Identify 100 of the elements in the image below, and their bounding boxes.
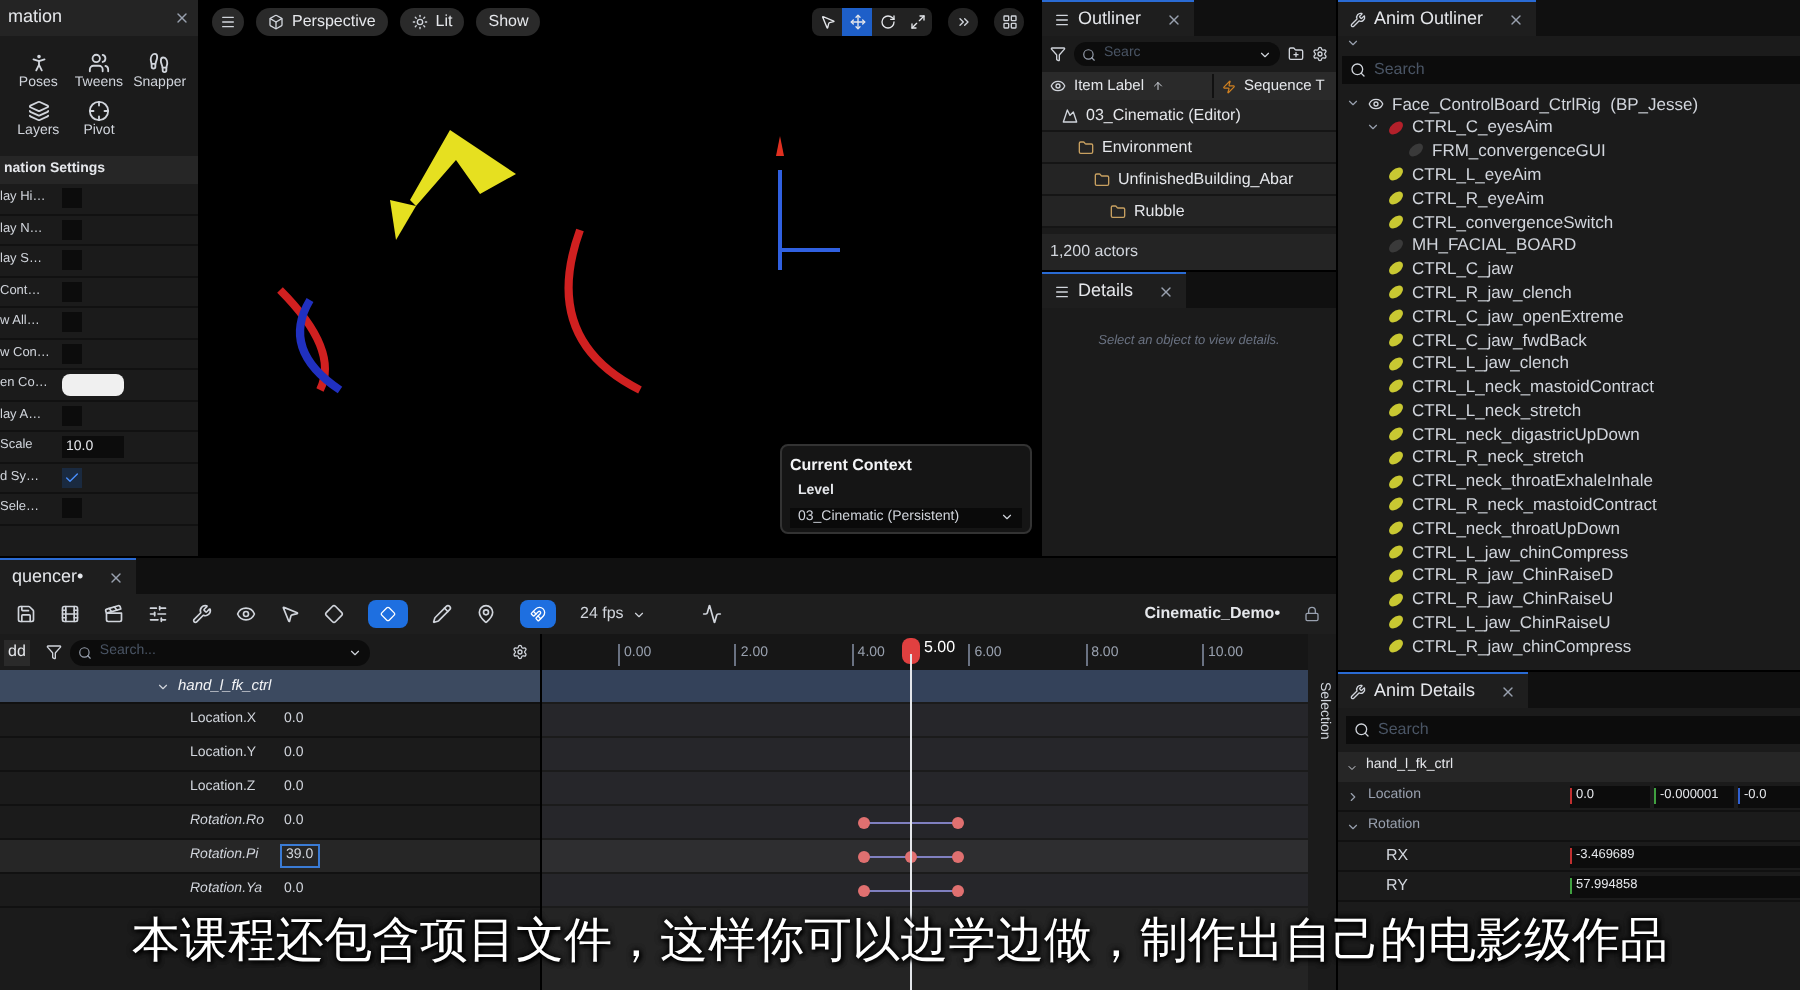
fps-dropdown[interactable]: 24 fps [580, 602, 646, 626]
tree-item[interactable]: MH_FACIAL_BOARD [1338, 233, 1800, 258]
close-icon[interactable] [1499, 683, 1516, 699]
marker-icon[interactable] [476, 604, 496, 624]
tree-item[interactable]: CTRL_C_eyesAim [1338, 115, 1800, 140]
snap-button[interactable] [520, 600, 556, 628]
tree-item[interactable]: CTRL_L_jaw_clench [1338, 351, 1800, 376]
crosshair-icon [87, 100, 110, 122]
close-icon[interactable] [1165, 11, 1182, 27]
settings-icon[interactable] [512, 644, 528, 660]
tree-item[interactable]: CTRL_R_eyeAim [1338, 186, 1800, 210]
lightning-icon [1222, 79, 1236, 93]
property-label: RX [1386, 844, 1409, 868]
close-icon[interactable] [107, 569, 124, 585]
move-icon [849, 14, 865, 30]
add-button[interactable]: dd [4, 639, 30, 665]
panel-tab[interactable]: Outliner [1042, 0, 1194, 36]
tree-item[interactable]: CTRL_L_eyeAim [1338, 162, 1800, 187]
actor-count: 1,200 actors [1050, 240, 1139, 264]
keyframes-drawing [857, 884, 964, 898]
tree-item[interactable]: CTRL_L_neck_mastoidContract [1338, 375, 1800, 399]
tree-item[interactable]: Rubble [1042, 196, 1336, 228]
film-icon[interactable] [60, 604, 80, 624]
curve-icon[interactable] [701, 604, 722, 624]
tree-item[interactable]: CTRL_neck_digastricUpDown [1338, 422, 1800, 446]
level-icon [1062, 107, 1078, 123]
tree-item[interactable]: CTRL_L_jaw_ChinRaiseU [1338, 611, 1800, 635]
tree-item[interactable]: CTRL_convergenceSwitch [1338, 209, 1800, 234]
wrench-icon[interactable] [192, 604, 212, 624]
more-button[interactable] [948, 8, 978, 36]
expander-icon[interactable] [1346, 789, 1360, 803]
tree-item[interactable]: CTRL_R_jaw_clench [1338, 280, 1800, 305]
panel-tab[interactable]: Anim Details [1338, 672, 1528, 708]
property-label: RY [1386, 874, 1408, 898]
save-icon[interactable] [16, 604, 36, 624]
folder-icon [1078, 139, 1094, 155]
tree-item[interactable]: CTRL_C_jaw [1338, 257, 1800, 281]
tree-item[interactable]: CTRL_R_neck_stretch [1338, 445, 1800, 470]
layout-button[interactable] [994, 8, 1024, 36]
view-button[interactable]: Lit [399, 8, 465, 36]
search-icon [1350, 62, 1366, 78]
tree-item[interactable]: FRM_convergenceGUI [1338, 139, 1800, 163]
tree-item[interactable]: CTRL_R_jaw_ChinRaiseD [1338, 563, 1800, 588]
chevron-down-icon [631, 607, 646, 621]
expander-icon [1346, 761, 1358, 773]
eye-icon [1050, 78, 1066, 94]
panel-tab[interactable]: Anim Outliner [1338, 0, 1536, 36]
tree-item[interactable]: Face_ControlBoard_CtrlRig (BP_Jesse) [1338, 92, 1800, 116]
tree-item[interactable]: CTRL_R_neck_mastoidContract [1338, 493, 1800, 517]
popup-title: Current Context [790, 454, 914, 478]
diamond-icon[interactable] [324, 604, 344, 624]
checkbox[interactable] [62, 467, 82, 488]
filter-icon[interactable] [1050, 46, 1066, 62]
playhead-handle[interactable] [902, 638, 920, 664]
tree-item[interactable]: CTRL_R_jaw_ChinRaiseU [1338, 587, 1800, 612]
sliders-icon[interactable] [148, 604, 168, 624]
sequence-name: Cinematic_Demo• [1144, 602, 1280, 626]
close-icon[interactable] [174, 10, 190, 26]
tree-item[interactable]: Environment [1042, 132, 1336, 164]
expander-icon[interactable] [1346, 819, 1360, 833]
search-icon [1082, 47, 1096, 61]
lock-icon[interactable] [1304, 606, 1320, 622]
expander-icon [156, 679, 170, 693]
list-icon [1054, 283, 1070, 299]
eye-icon [1368, 95, 1384, 112]
tree-item[interactable]: 03_Cinematic (Editor) [1042, 100, 1336, 132]
tree-item[interactable]: CTRL_neck_throatUpDown [1338, 516, 1800, 541]
clapperboard-icon[interactable] [104, 604, 124, 624]
menu-button[interactable] [212, 8, 244, 36]
tree-item[interactable]: UnfinishedBuilding_Abar [1042, 164, 1336, 196]
tree-item[interactable]: CTRL_L_neck_stretch [1338, 398, 1800, 423]
color-swatch[interactable] [62, 373, 124, 396]
sort-icon [1152, 80, 1165, 92]
key-button[interactable] [368, 600, 408, 628]
tree-item[interactable]: CTRL_C_jaw_openExtreme [1338, 304, 1800, 328]
panel-tab[interactable]: quencer• [0, 558, 136, 594]
collapse-icon[interactable] [1346, 36, 1360, 50]
search-icon [77, 645, 92, 659]
folder-icon [1094, 171, 1110, 187]
search-icon [1354, 722, 1370, 738]
view-button[interactable]: Perspective [256, 8, 388, 36]
pencil-icon[interactable] [432, 604, 452, 624]
tree-item[interactable]: CTRL_neck_throatExhaleInhale [1338, 469, 1800, 494]
settings-icon[interactable] [1312, 46, 1328, 62]
eye-icon[interactable] [236, 604, 256, 624]
layers-icon [27, 100, 50, 122]
add-folder-icon[interactable] [1288, 46, 1304, 62]
tree-item[interactable]: CTRL_C_jaw_fwdBack [1338, 327, 1800, 352]
view-button[interactable]: Show [476, 8, 541, 36]
close-icon[interactable] [1157, 283, 1174, 299]
pointer-icon[interactable] [280, 604, 300, 624]
tree-item[interactable]: CTRL_R_jaw_chinCompress [1338, 634, 1800, 659]
wrench-icon [1350, 11, 1366, 27]
tree-item[interactable]: CTRL_L_jaw_chinCompress [1338, 540, 1800, 564]
panel-tab[interactable]: Details [1042, 272, 1186, 308]
chevron-down-icon [1000, 510, 1014, 525]
filter-icon[interactable] [45, 644, 62, 660]
close-icon[interactable] [1507, 11, 1524, 27]
chevrons-icon [955, 14, 971, 30]
panel-tab[interactable]: mation [0, 0, 198, 36]
